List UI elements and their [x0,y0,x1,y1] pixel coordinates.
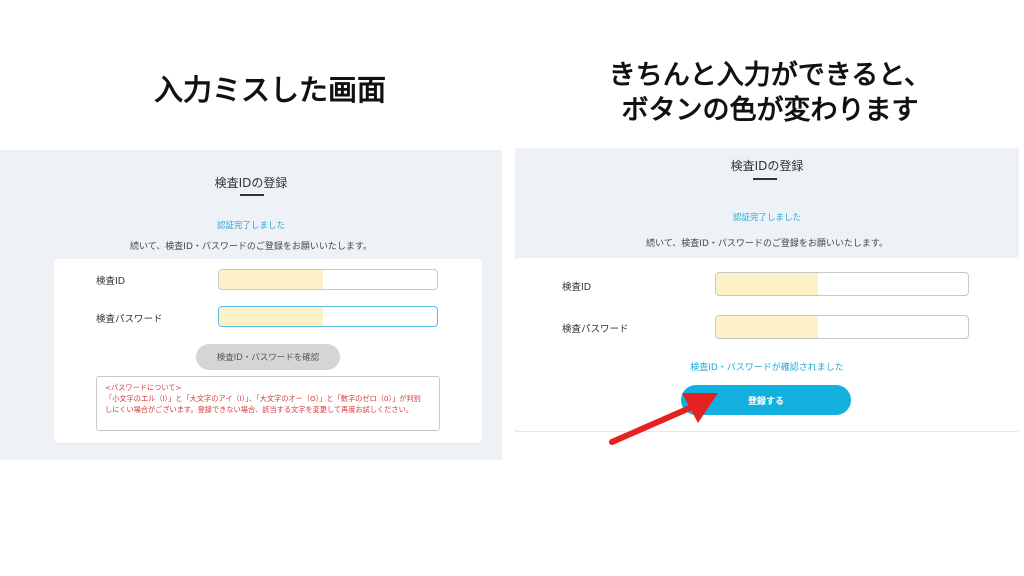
id-input[interactable] [218,269,438,290]
panel-title: 検査IDの登録 [730,159,804,173]
right-heading-line2: ボタンの色が変わります [621,95,919,127]
verified-message: 認証完了しました [732,213,801,223]
password-input[interactable] [715,315,969,339]
verified-message: 認証完了しました [216,221,285,231]
id-label: 検査ID [96,276,126,287]
confirm-credentials-button[interactable]: 検査ID・パスワードを確認 [196,344,340,370]
confirmed-message: 検査ID・パスワードが確認されました [690,363,844,373]
id-label: 検査ID [562,282,592,293]
id-input[interactable] [715,272,969,296]
password-notice-box: <パスワードについて> 「小文字のエル（l）」と「大文字のアイ（I）」、「大文字… [96,376,440,431]
notice-title: <パスワードについて> [105,383,182,392]
redacted-value [219,307,323,326]
redacted-value [716,273,818,295]
redacted-value [219,270,323,289]
right-heading: きちんと入力ができると、 ボタンの色が変わります [520,58,1020,128]
password-input[interactable] [218,306,438,327]
red-arrow-icon [609,393,718,445]
password-label: 検査パスワード [562,324,629,335]
password-label: 検査パスワード [96,314,163,325]
panel-title: 検査IDの登録 [214,176,288,190]
notice-line: 「小文字のエル（l）」と「大文字のアイ（I）」、「大文字のオー（O）」と「数字の… [105,394,421,404]
title-underline [753,178,777,180]
redacted-value [716,316,818,338]
right-registration-panel: 検査IDの登録 認証完了しました 続いて、検査ID・パスワードのご登録をお願いい… [515,148,1019,432]
left-registration-panel: 検査IDの登録 認証完了しました 続いて、検査ID・パスワードのご登録をお願いい… [0,150,502,460]
notice-line: しにくい場合がございます。登録できない場合、該当する文字を変更して再度お試しくだ… [105,405,413,415]
title-underline [240,194,264,196]
registration-form-card: 検査ID 検査パスワード 検査ID・パスワードが確認されました 登録する [515,258,1019,431]
registration-form-card: 検査ID 検査パスワード 検査ID・パスワードを確認 <パスワードについて> 「… [54,259,482,443]
instruction-text: 続いて、検査ID・パスワードのご登録をお願いいたします。 [646,239,888,249]
left-heading: 入力ミスした画面 [153,73,386,107]
right-heading-line1: きちんと入力ができると、 [608,60,932,91]
instruction-text: 続いて、検査ID・パスワードのご登録をお願いいたします。 [130,242,372,252]
